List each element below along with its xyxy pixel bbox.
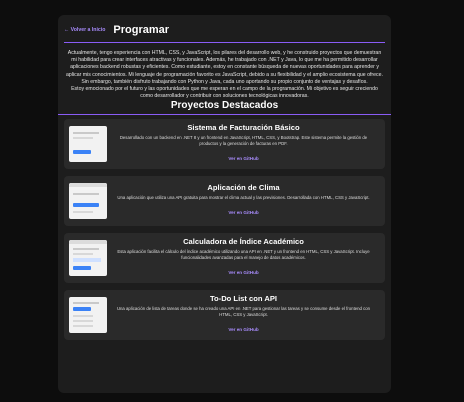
project-thumbnail-image: [69, 126, 107, 163]
content-card: ← Volver a Inicio Programar Actualmente,…: [58, 15, 391, 393]
project-thumbnail-image: [69, 240, 107, 277]
github-link[interactable]: Ver en GitHub: [228, 270, 258, 275]
project-card: Calculadora de Índice Académico Esta apl…: [64, 233, 385, 284]
project-description: Desarrollado con un backend en .NET 8 y …: [119, 135, 368, 147]
project-title: To-Do List con API: [209, 294, 278, 304]
projects-section-title: Proyectos Destacados: [58, 100, 391, 116]
back-to-home-link[interactable]: ← Volver a Inicio: [64, 27, 105, 33]
page-title: Programar: [113, 24, 170, 36]
project-title: Sistema de Facturación Básico: [187, 123, 300, 133]
project-card: Aplicación de Clima Una aplicación que u…: [64, 176, 385, 227]
project-thumbnail-image: [69, 297, 107, 334]
project-info: Sistema de Facturación Básico Desarrolla…: [107, 123, 380, 165]
project-description: Esta aplicación facilita el cálculo del …: [117, 249, 370, 261]
page-header: ← Volver a Inicio Programar: [64, 21, 385, 43]
project-title: Calculadora de Índice Académico: [183, 237, 304, 247]
project-card: To-Do List con API Una aplicación de lis…: [64, 290, 385, 341]
github-link[interactable]: Ver en GitHub: [228, 210, 258, 215]
project-info: Aplicación de Clima Una aplicación que u…: [107, 183, 380, 219]
intro-paragraph-2: Estoy emocionado por el futuro y las opo…: [71, 86, 378, 100]
project-description: Una aplicación de lista de tareas donde …: [116, 306, 371, 318]
project-title: Aplicación de Clima: [207, 183, 280, 193]
project-card: Sistema de Facturación Básico Desarrolla…: [64, 119, 385, 170]
projects-list: Sistema de Facturación Básico Desarrolla…: [64, 119, 385, 341]
github-link[interactable]: Ver en GitHub: [228, 156, 258, 161]
project-info: Calculadora de Índice Académico Esta apl…: [107, 237, 380, 279]
intro-paragraph-1: Actualmente, tengo experiencia con HTML,…: [66, 50, 383, 85]
project-info: To-Do List con API Una aplicación de lis…: [107, 294, 380, 336]
project-description: Una aplicación que utiliza una API gratu…: [117, 195, 370, 201]
intro-text: Actualmente, tengo experiencia con HTML,…: [64, 50, 385, 100]
github-link[interactable]: Ver en GitHub: [228, 327, 258, 332]
project-thumbnail-image: [69, 183, 107, 220]
